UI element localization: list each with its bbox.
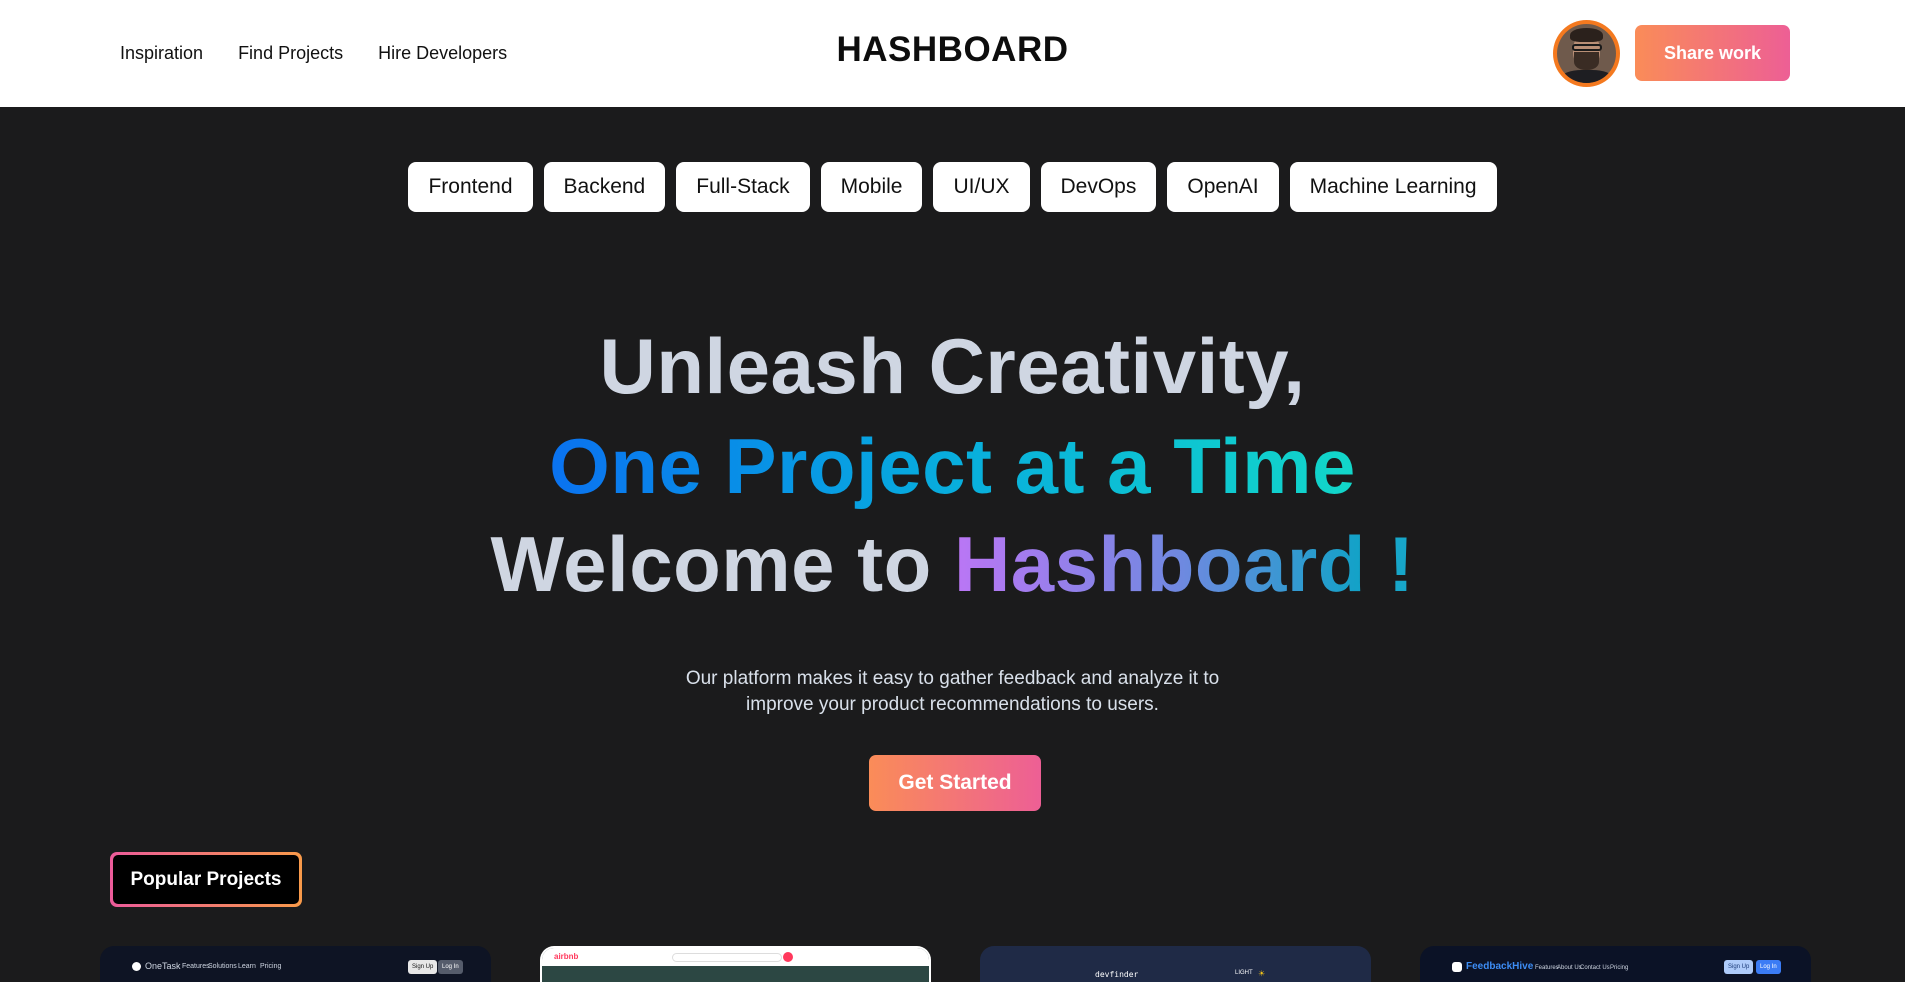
brand-name: Hashboard [953,520,1366,608]
popular-projects-label: Popular Projects [113,855,299,904]
category-ui-ux[interactable]: UI/UX [933,162,1030,212]
user-avatar-image [1557,24,1616,83]
hero-headline-line-1: Unleash Creativity, [599,322,1306,410]
feedbackhive-nav-1: Features [1535,965,1559,971]
onetask-login-button: Log In [438,960,463,974]
main-nav: Inspiration Find Projects Hire Developer… [120,0,507,107]
share-work-button[interactable]: Share work [1635,25,1790,81]
project-card-feedbackhive[interactable]: FeedbackHive Features About Us Contact U… [1420,946,1811,982]
category-frontend[interactable]: Frontend [408,162,533,212]
airbnb-search-bar [672,953,782,962]
airbnb-logo: airbnb [554,952,579,961]
hero-subtitle-line-1: Our platform makes it easy to gather fee… [685,668,1220,689]
onetask-nav-1: Features [182,963,210,970]
exclamation-mark: ! [1388,520,1415,608]
devfinder-logo: devfinder [1095,970,1139,979]
nav-find-projects-link[interactable]: Find Projects [238,43,343,64]
hero-subtitle-line-2: improve your product recommendations to … [746,694,1159,715]
hero-headline-line-2: One Project at a Time [0,418,1905,514]
category-machine-learning[interactable]: Machine Learning [1289,162,1497,212]
onetask-logo-icon [132,962,141,971]
category-backend[interactable]: Backend [543,162,666,212]
category-mobile[interactable]: Mobile [820,162,923,212]
top-navbar: Inspiration Find Projects Hire Developer… [0,0,1905,107]
onetask-signup-button: Sign Up [408,960,438,974]
onetask-nav-2: Solutions [208,963,237,970]
feedbackhive-nav-3: Contact Us [1580,965,1610,971]
category-devops[interactable]: DevOps [1040,162,1157,212]
project-card-devfinder[interactable]: devfinder LIGHT ☀ [980,946,1371,982]
feedbackhive-name: FeedbackHive [1466,961,1534,972]
feedbackhive-nav-4: Pricing [1610,965,1629,971]
hero-subtitle: Our platform makes it easy to gather fee… [0,666,1905,718]
feedbackhive-login-button: Log In [1756,960,1781,974]
onetask-name: OneTask [145,961,181,971]
hero-headline-line-3: Welcome to Hashboard ! [0,516,1905,612]
nav-inspiration-link[interactable]: Inspiration [120,43,203,64]
project-card-onetask[interactable]: OneTask Features Solutions Learn Pricing… [100,946,491,982]
feedbackhive-nav-2: About Us [1557,965,1582,971]
category-openai[interactable]: OpenAI [1167,162,1279,212]
feedbackhive-signup-button: Sign Up [1724,960,1754,974]
feedbackhive-logo-icon [1452,962,1462,972]
user-avatar[interactable] [1553,20,1620,87]
welcome-text: Welcome to [490,520,932,608]
site-logo[interactable]: HASHBOARD [837,30,1069,69]
category-full-stack[interactable]: Full-Stack [676,162,810,212]
devfinder-theme-toggle: LIGHT [1235,970,1253,976]
airbnb-search-icon [783,952,793,962]
onetask-nav-3: Learn [238,963,256,970]
popular-projects-badge[interactable]: Popular Projects [110,852,302,907]
category-filter-bar: Frontend Backend Full-Stack Mobile UI/UX… [0,162,1905,212]
hero-tagline: One Project at a Time [549,422,1356,510]
get-started-button[interactable]: Get Started [869,755,1041,811]
onetask-nav-4: Pricing [260,963,282,970]
nav-hire-developers-link[interactable]: Hire Developers [378,43,507,64]
sun-icon: ☀ [1258,969,1266,978]
project-card-airbnb[interactable]: airbnb [540,946,931,982]
